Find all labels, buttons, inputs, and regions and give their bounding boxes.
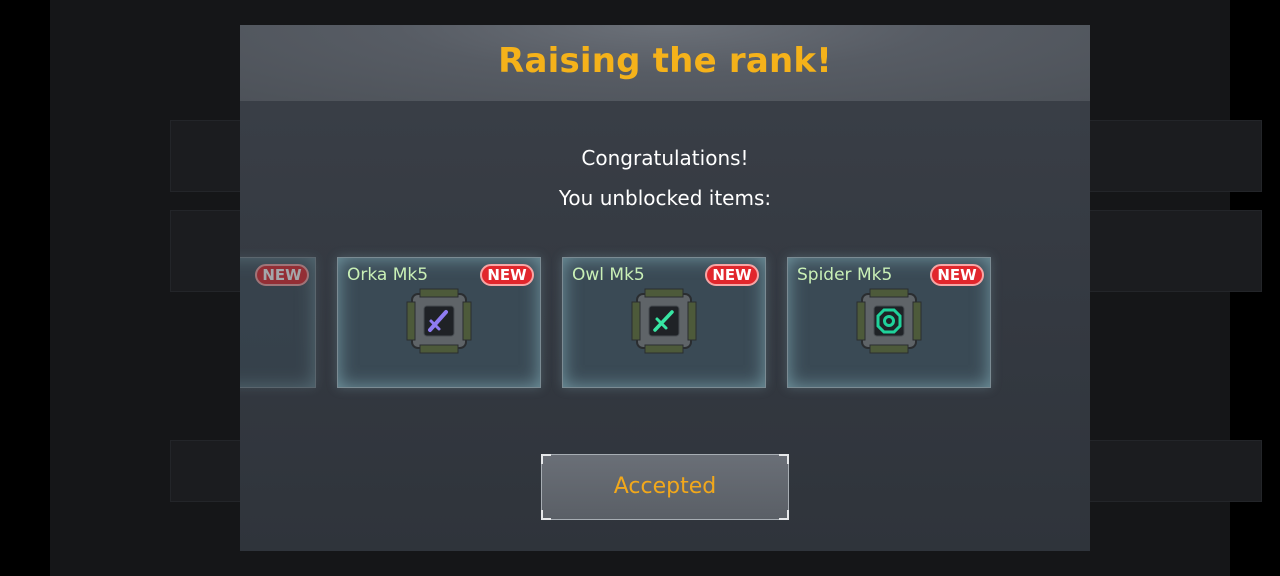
item-name: Spider Mk5 xyxy=(797,265,893,285)
congratulations-text: Congratulations! xyxy=(581,146,749,170)
accepted-button[interactable]: Accepted xyxy=(541,454,789,520)
dialog-title: Raising the rank! xyxy=(498,41,832,81)
unblocked-items-text: You unblocked items: xyxy=(558,186,772,210)
rank-up-dialog: Raising the rank! Congratulations! You u… xyxy=(240,25,1090,551)
item-name: Owl Mk5 xyxy=(572,265,645,285)
new-badge: NEW xyxy=(930,264,984,286)
button-corner xyxy=(779,454,789,464)
module-crate-icon xyxy=(631,288,697,354)
module-crate-icon xyxy=(856,288,922,354)
button-corner xyxy=(541,510,551,520)
accepted-button-label: Accepted xyxy=(613,474,717,499)
dialog-header: Raising the rank! xyxy=(240,25,1090,101)
new-badge: NEW xyxy=(705,264,759,286)
item-name: Orka Mk5 xyxy=(347,265,429,285)
new-badge: NEW xyxy=(255,264,309,286)
item-card-owl-mk5[interactable]: Owl Mk5 NEW xyxy=(562,257,766,388)
button-corner xyxy=(541,454,551,464)
item-card-spider-mk5[interactable]: Spider Mk5 NEW xyxy=(787,257,991,388)
button-corner xyxy=(779,510,789,520)
new-badge: NEW xyxy=(480,264,534,286)
item-card-orka-mk5[interactable]: Orka Mk5 NEW xyxy=(337,257,541,388)
item-card[interactable]: NEW xyxy=(240,257,316,388)
module-crate-icon xyxy=(406,288,472,354)
